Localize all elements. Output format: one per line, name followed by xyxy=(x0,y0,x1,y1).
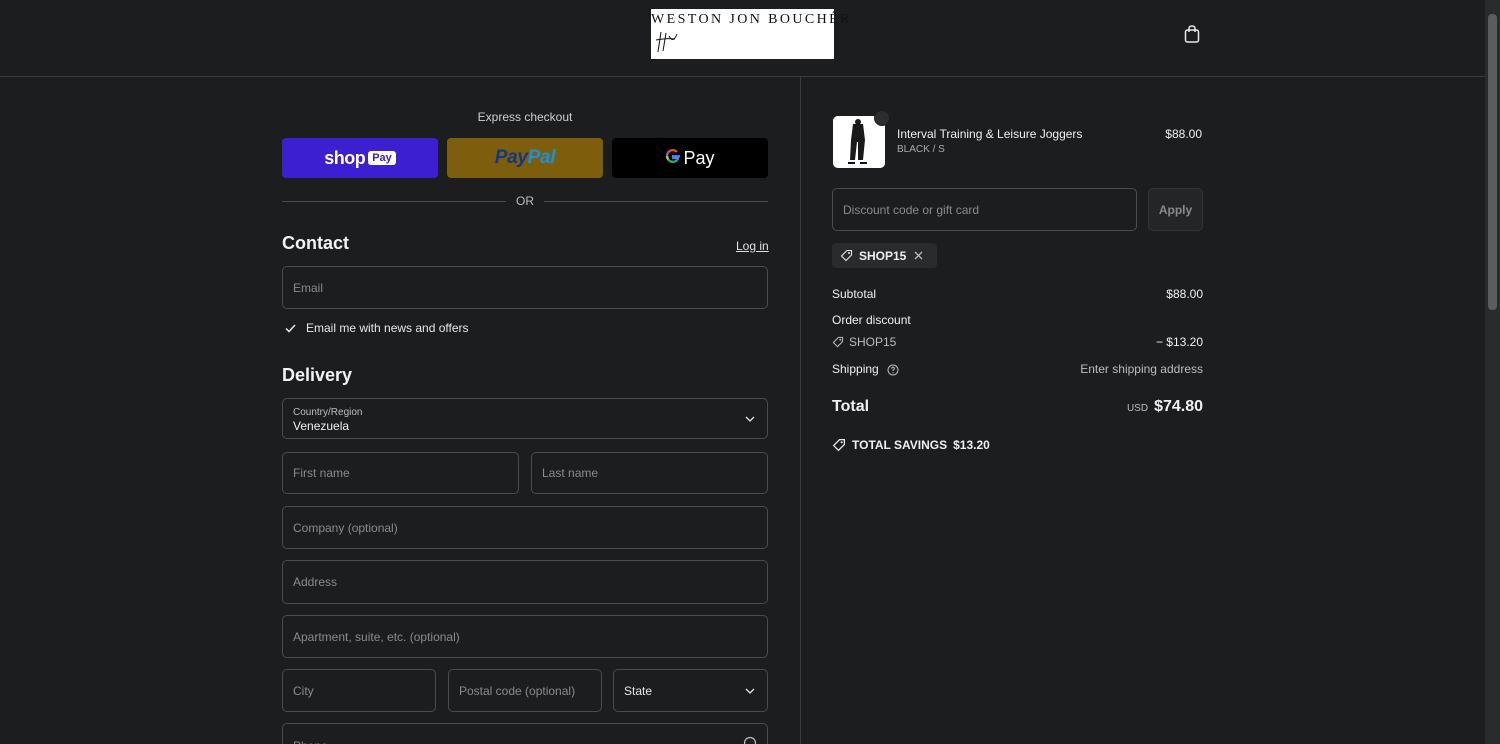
product-name: Interval Training & Leisure Joggers xyxy=(897,127,1083,141)
savings-label: TOTAL SAVINGS xyxy=(852,438,948,452)
newsletter-label: Email me with news and offers xyxy=(306,321,469,335)
google-pay-button[interactable]: Pay xyxy=(612,138,768,178)
google-g-logo-icon xyxy=(666,148,681,163)
total-label: Total xyxy=(832,398,870,415)
total-value: $74.80 xyxy=(1154,398,1203,415)
discount-detail-row: SHOP15 − $13.20 xyxy=(832,335,1203,349)
applied-discount-chip: SHOP15 xyxy=(832,243,938,268)
paypal-logo: PayPal xyxy=(495,147,556,169)
discount-code-field[interactable] xyxy=(832,188,1137,231)
subtotal-label: Subtotal xyxy=(832,287,877,301)
city-input[interactable] xyxy=(293,683,425,698)
paypal-button[interactable]: PayPal xyxy=(447,138,603,178)
delivery-title: Delivery xyxy=(282,365,353,385)
newsletter-option[interactable]: Email me with news and offers xyxy=(283,321,469,335)
savings-value: $13.20 xyxy=(953,438,990,452)
shop-pay-label: shop xyxy=(324,147,366,168)
google-g-icon xyxy=(665,148,681,169)
state-select[interactable]: State xyxy=(613,669,768,712)
chevron-down-icon xyxy=(745,416,755,422)
total-savings: TOTAL SAVINGS $13.20 xyxy=(832,438,990,452)
scrollbar-thumb[interactable] xyxy=(1488,14,1497,310)
total-row: Total USD $74.80 xyxy=(832,398,1203,416)
city-field[interactable] xyxy=(282,669,436,712)
address-field[interactable] xyxy=(282,560,768,604)
last-name-input[interactable] xyxy=(542,466,757,480)
shop-pay-button[interactable]: shop Pay xyxy=(282,138,438,178)
tag-icon xyxy=(832,438,846,452)
tag-icon xyxy=(840,249,853,262)
paypal-label-pay: Pay xyxy=(494,147,528,168)
company-input[interactable] xyxy=(293,520,757,535)
brand-name: WESTON JON BOUCHÉR xyxy=(651,12,852,27)
or-label: OR xyxy=(516,194,534,208)
last-name-field[interactable] xyxy=(531,452,768,494)
shipping-value: Enter shipping address xyxy=(1080,362,1203,376)
shipping-row: Shipping Enter shipping address xyxy=(832,362,1203,376)
country-value: Venezuela xyxy=(293,418,350,433)
signature-mark-icon xyxy=(655,31,678,53)
column-divider xyxy=(800,77,801,744)
company-field[interactable] xyxy=(282,506,768,549)
apply-discount-button[interactable]: Apply xyxy=(1148,188,1203,231)
discount-value: − $13.20 xyxy=(1155,335,1203,349)
email-field[interactable] xyxy=(282,266,768,309)
country-select[interactable]: Country/Region Venezuela xyxy=(282,398,768,439)
currency-code: USD xyxy=(1126,403,1149,414)
first-name-input[interactable] xyxy=(293,466,508,480)
first-name-field[interactable] xyxy=(282,452,519,494)
page-scrollbar[interactable] xyxy=(1485,0,1500,744)
product-variant: BLACK / S xyxy=(897,144,945,155)
shipping-label-wrap: Shipping xyxy=(832,362,899,376)
or-line-left xyxy=(282,200,506,202)
apartment-field[interactable] xyxy=(282,615,768,658)
subtotal-value: $88.00 xyxy=(1166,287,1203,301)
shipping-help-icon[interactable] xyxy=(887,364,899,376)
applied-code-label: SHOP15 xyxy=(859,248,907,263)
total-amount: USD $74.80 xyxy=(1127,398,1203,416)
shopping-bag-icon[interactable] xyxy=(1183,24,1201,44)
address-input[interactable] xyxy=(293,575,757,589)
question-circle-icon xyxy=(887,364,899,376)
order-discount-label: Order discount xyxy=(832,313,911,327)
shop-pay-badge: Pay xyxy=(368,151,396,165)
chevron-down-icon xyxy=(745,688,755,694)
google-pay-label: Pay xyxy=(683,147,715,168)
help-circle-icon[interactable] xyxy=(743,736,757,744)
express-checkout-title: Express checkout xyxy=(477,110,573,124)
subtotal-row: Subtotal $88.00 xyxy=(832,287,1203,301)
remove-discount-button[interactable] xyxy=(914,251,929,260)
google-pay-logo: Pay xyxy=(665,147,715,169)
newsletter-checkbox[interactable] xyxy=(283,321,297,335)
paypal-label-pal: Pal xyxy=(527,147,556,168)
country-label: Country/Region xyxy=(293,406,363,418)
or-divider: OR xyxy=(282,194,768,208)
phone-field[interactable] xyxy=(282,723,768,744)
tag-icon xyxy=(832,336,844,348)
postal-code-field[interactable] xyxy=(448,669,602,712)
shipping-label: Shipping xyxy=(832,362,879,376)
apartment-input[interactable] xyxy=(293,629,757,644)
product-price: $88.00 xyxy=(1165,127,1202,141)
brand-logo[interactable]: WESTON JON BOUCHÉR xyxy=(651,9,852,59)
discount-code-label: SHOP15 xyxy=(832,335,896,349)
discount-code-input[interactable] xyxy=(843,202,1126,217)
phone-input[interactable] xyxy=(293,739,757,744)
email-input[interactable] xyxy=(293,280,757,295)
login-link[interactable]: Log in xyxy=(736,239,769,253)
quantity-badge xyxy=(874,110,890,126)
discount-code-text: SHOP15 xyxy=(849,335,897,349)
site-header: WESTON JON BOUCHÉR xyxy=(0,0,1485,77)
close-icon xyxy=(914,251,923,260)
state-value: State xyxy=(624,683,653,698)
contact-title: Contact xyxy=(282,233,349,253)
or-line-right xyxy=(544,200,768,202)
postal-code-input[interactable] xyxy=(459,683,591,698)
checkmark-icon xyxy=(284,323,296,333)
order-discount-row: Order discount xyxy=(832,313,1203,327)
